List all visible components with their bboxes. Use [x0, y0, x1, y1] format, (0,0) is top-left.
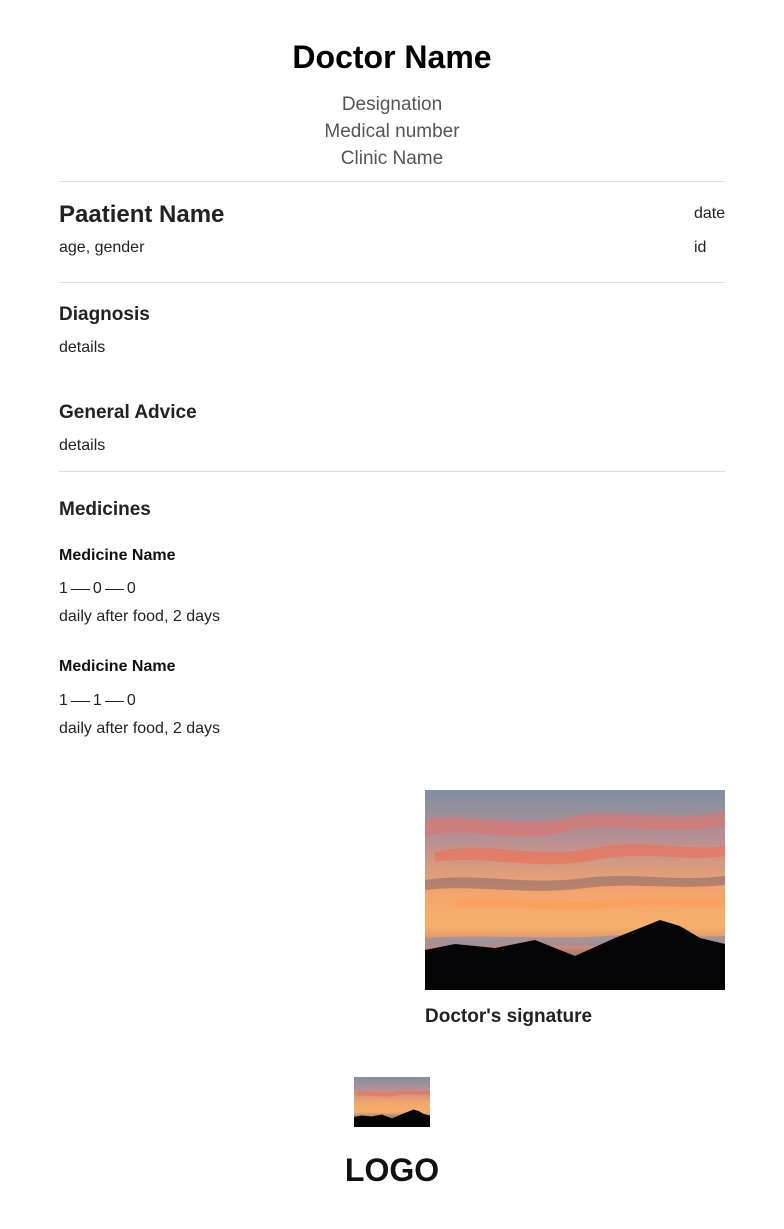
diagnosis-title: Diagnosis	[59, 304, 150, 325]
medicines-title: Medicines	[59, 499, 151, 520]
dose-night: 0	[126, 580, 136, 597]
sunset-mountain-photo	[354, 1077, 430, 1127]
patient-date: date	[694, 205, 726, 222]
dose-afternoon: 0	[92, 580, 102, 597]
doctor-header: Doctor Name Designation Medical number C…	[59, 36, 725, 172]
dose-separator	[104, 700, 124, 702]
diagnosis-details: details	[59, 339, 106, 356]
advice-details: details	[59, 437, 106, 454]
advice-title: General Advice	[59, 402, 197, 423]
medicine-dosage: 1 0 0	[59, 578, 136, 600]
dose-separator	[70, 588, 90, 590]
sunset-mountain-photo	[425, 790, 725, 990]
patient-divider	[59, 282, 725, 283]
patient-name: Paatient Name	[59, 201, 225, 228]
doctor-name: Doctor Name	[292, 39, 492, 75]
medicine-instructions: daily after food, 2 days	[59, 608, 220, 625]
logo-text: LOGO	[344, 1152, 440, 1188]
header-divider	[59, 181, 725, 182]
dose-afternoon: 1	[92, 692, 102, 709]
doctor-medical-number: Medical number	[324, 121, 460, 142]
medicine-name: Medicine Name	[59, 547, 176, 564]
patient-id-block: id	[645, 237, 725, 259]
signature-label: Doctor's signature	[425, 1006, 593, 1027]
medicine-name: Medicine Name	[59, 658, 176, 675]
patient-date-block: date	[645, 203, 725, 225]
medicine-instructions: daily after food, 2 days	[59, 720, 220, 737]
logo-image	[354, 1077, 430, 1127]
dose-night: 0	[126, 692, 136, 709]
patient-id: id	[694, 239, 707, 256]
prescription-page: Doctor Name Designation Medical number C…	[59, 0, 725, 1229]
dose-separator	[70, 700, 90, 702]
signature-image	[425, 790, 725, 990]
medicine-dosage: 1 1 0	[59, 690, 136, 712]
patient-age-gender: age, gender	[59, 239, 145, 256]
doctor-designation: Designation	[341, 94, 443, 115]
dose-morning: 1	[59, 692, 68, 709]
dose-separator	[104, 588, 124, 590]
dose-morning: 1	[59, 580, 68, 597]
clinic-name: Clinic Name	[340, 148, 444, 169]
advice-divider	[59, 471, 725, 472]
